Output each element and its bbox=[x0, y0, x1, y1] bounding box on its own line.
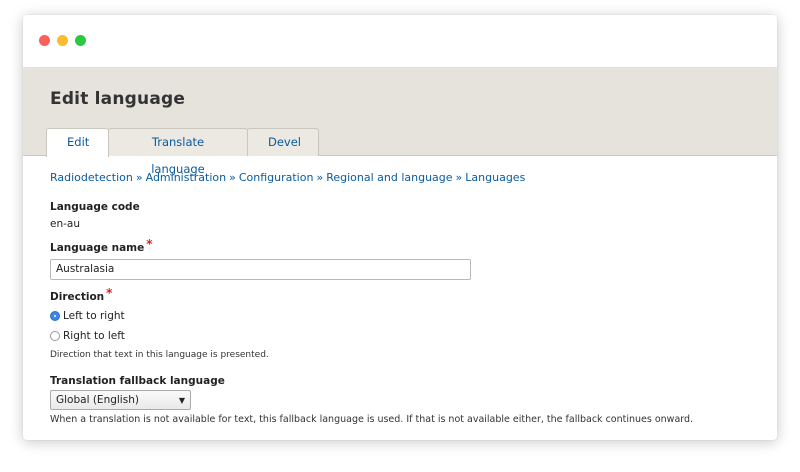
chevron-down-icon: ▼ bbox=[178, 395, 185, 405]
minimize-window-button[interactable] bbox=[57, 35, 68, 46]
fallback-language-select[interactable]: Global (English) ▼ bbox=[50, 390, 191, 410]
direction-label-text: Direction bbox=[50, 291, 105, 303]
fallback-language-description: When a translation is not available for … bbox=[50, 414, 694, 425]
breadcrumb-link-radiodetection[interactable]: Radiodetection bbox=[50, 171, 133, 184]
tab-edit[interactable]: Edit bbox=[46, 128, 109, 157]
direction-option-ltr[interactable]: Left to right bbox=[50, 306, 757, 326]
fallback-language-label: Translation fallback language bbox=[50, 375, 225, 387]
tab-devel[interactable]: Devel bbox=[247, 128, 319, 156]
language-name-label-text: Language name bbox=[50, 242, 145, 254]
language-code-value: en-au bbox=[50, 218, 80, 230]
breadcrumb-link-regional-and-language[interactable]: Regional and language bbox=[326, 171, 452, 184]
maximize-window-button[interactable] bbox=[75, 35, 86, 46]
direction-option-rtl[interactable]: Right to left bbox=[50, 326, 757, 346]
page-header: Edit language Edit Translate language De… bbox=[23, 67, 777, 176]
breadcrumb-link-administration[interactable]: Administration bbox=[146, 171, 227, 184]
radio-rtl[interactable] bbox=[50, 331, 60, 341]
page-title: Edit language bbox=[50, 89, 186, 109]
language-code-label: Language code bbox=[50, 201, 140, 213]
direction-label: Direction * bbox=[50, 286, 757, 303]
browser-window: Edit language Edit Translate language De… bbox=[23, 15, 777, 440]
language-name-input[interactable] bbox=[50, 259, 471, 280]
breadcrumb-separator: » bbox=[316, 171, 324, 184]
tab-bar: Edit Translate language Devel bbox=[46, 128, 319, 176]
main-content: Radiodetection» Administration» Configurat… bbox=[50, 156, 757, 427]
fallback-language-selected: Global (English) bbox=[56, 394, 139, 406]
radio-ltr[interactable] bbox=[50, 311, 60, 321]
breadcrumb-separator: » bbox=[135, 171, 143, 184]
language-name-label: Language name * bbox=[50, 237, 757, 254]
close-window-button[interactable] bbox=[39, 35, 50, 46]
breadcrumb: Radiodetection» Administration» Configurat… bbox=[50, 170, 757, 186]
required-marker: * bbox=[106, 286, 113, 300]
breadcrumb-link-languages[interactable]: Languages bbox=[465, 171, 525, 184]
breadcrumb-separator: » bbox=[229, 171, 236, 184]
radio-rtl-label[interactable]: Right to left bbox=[63, 330, 125, 342]
window-titlebar bbox=[23, 15, 777, 67]
breadcrumb-link-configuration[interactable]: Configuration bbox=[239, 171, 314, 184]
tab-translate-language[interactable]: Translate language bbox=[108, 128, 248, 176]
radio-ltr-label[interactable]: Left to right bbox=[63, 310, 125, 322]
required-marker: * bbox=[146, 237, 153, 251]
breadcrumb-separator: » bbox=[455, 171, 463, 184]
direction-description: Direction that text in this language is … bbox=[50, 350, 269, 360]
